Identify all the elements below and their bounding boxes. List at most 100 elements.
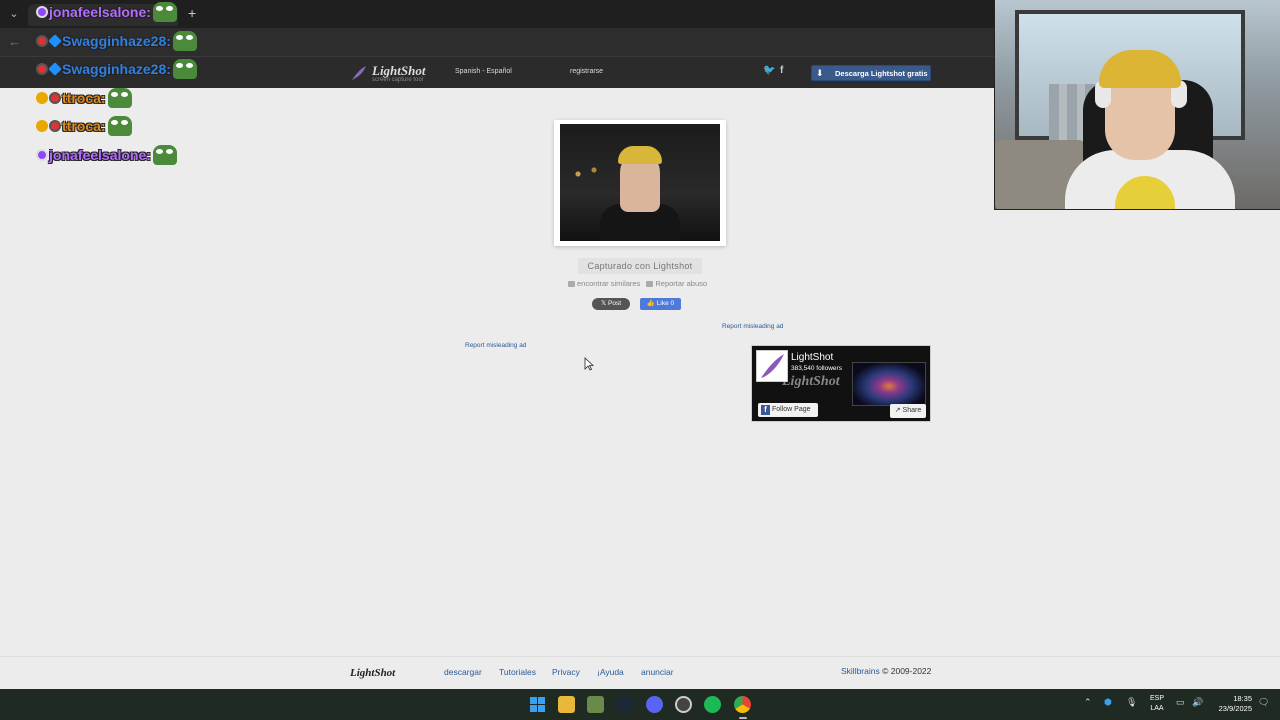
defender-icon[interactable]: ⬢ xyxy=(1104,697,1112,708)
cube-badge-icon xyxy=(48,62,62,76)
feather-icon xyxy=(352,66,366,80)
follow-page-button[interactable]: Follow Page xyxy=(758,403,818,417)
chat-username: jonafeelsalone: xyxy=(49,4,151,20)
footer-link-download[interactable]: descargar xyxy=(444,667,482,677)
chat-message: jonafeelsalone: xyxy=(36,2,177,28)
chat-username: ttroca: xyxy=(62,118,106,134)
purple-badge-icon xyxy=(36,6,48,18)
copyright: Skillbrains © 2009-2022 xyxy=(841,666,931,676)
flag-icon xyxy=(646,281,654,288)
facebook-page-widget: LightShot LightShot 383,540 followers Fo… xyxy=(751,345,931,422)
lang-layout: LAA xyxy=(1150,705,1164,712)
cover-image xyxy=(852,362,926,406)
tab-menu-icon[interactable]: ⌄ xyxy=(6,6,22,22)
input-language[interactable]: ESP LAA xyxy=(1148,694,1166,714)
report-misleading-ad-link[interactable]: Report misleading ad xyxy=(722,323,783,330)
red-badge-icon xyxy=(49,120,61,132)
webcam-overlay xyxy=(994,0,1280,210)
windows-start-icon[interactable] xyxy=(529,696,546,713)
footer-link-tutorials[interactable]: Tutoriales xyxy=(499,667,536,677)
x-post-button[interactable]: 𝕏 Post xyxy=(592,298,630,310)
purple-badge-icon xyxy=(36,149,48,161)
back-arrow-icon[interactable]: ← xyxy=(8,34,21,49)
cover-brand-text: LightShot xyxy=(782,374,840,389)
feather-icon xyxy=(761,354,784,378)
minecraft-icon[interactable] xyxy=(587,696,604,713)
skillbrains-link[interactable]: Skillbrains xyxy=(841,666,880,676)
red-badge-icon xyxy=(36,35,48,47)
steam-icon[interactable] xyxy=(616,696,633,713)
download-button[interactable]: ⬇ Descarga Lightshot gratis xyxy=(811,65,931,81)
chat-message: ttroca: xyxy=(36,88,132,114)
file-explorer-icon[interactable] xyxy=(558,696,575,713)
cube-badge-icon xyxy=(48,34,62,48)
language-selector[interactable]: Spanish - Español xyxy=(455,68,512,75)
follower-count: 383,540 followers xyxy=(791,365,842,372)
chat-username: Swagginhaze28: xyxy=(62,61,171,77)
network-icon[interactable]: ▭ xyxy=(1176,697,1185,708)
yellow-badge-icon xyxy=(36,92,48,104)
report-misleading-ad-link[interactable]: Report misleading ad xyxy=(465,342,526,349)
obs-icon[interactable] xyxy=(675,696,692,713)
download-icon: ⬇ xyxy=(816,68,824,78)
windows-taskbar: ⌃ ⬢ 🎙 ESP LAA ▭ 🔊 18:35 23/9/2025 🗨 xyxy=(0,689,1280,720)
pepe-emote-icon xyxy=(152,2,177,22)
logo-subtitle: screen capture tool xyxy=(372,77,424,83)
pepe-emote-icon xyxy=(107,116,132,136)
screenshot-frame[interactable] xyxy=(554,120,726,246)
chat-message: ttroca: xyxy=(36,116,132,142)
mouse-cursor-icon xyxy=(584,357,594,371)
lightshot-logo[interactable]: LightShot screen capture tool xyxy=(350,63,440,85)
spotify-icon[interactable] xyxy=(704,696,721,713)
captured-label: Capturado con Lightshot xyxy=(578,258,702,274)
register-link[interactable]: registrarse xyxy=(570,68,603,75)
image-icon xyxy=(568,281,575,288)
chat-message: Swagginhaze28: xyxy=(36,59,197,85)
report-abuse-link[interactable]: Reportar abuso xyxy=(646,279,707,288)
lang-code: ESP xyxy=(1149,695,1164,702)
screenshot-image[interactable] xyxy=(560,124,720,241)
find-similar-label: encontrar similares xyxy=(577,279,641,288)
chat-username: jonafeelsalone: xyxy=(49,147,151,163)
footer-link-help[interactable]: ¡Ayuda xyxy=(597,667,624,677)
red-badge-icon xyxy=(49,92,61,104)
footer-link-advertise[interactable]: anunciar xyxy=(641,667,674,677)
yellow-badge-icon xyxy=(36,120,48,132)
pepe-emote-icon xyxy=(152,145,177,165)
copyright-text: © 2009-2022 xyxy=(879,666,932,676)
chat-message: Swagginhaze28: xyxy=(36,31,197,57)
stream-chat-overlay: jonafeelsalone: Swagginhaze28: Swagginhaze… xyxy=(36,0,276,180)
facebook-icon[interactable]: f xyxy=(780,65,783,76)
site-footer: LightShot descargar Tutoriales Privacy ¡… xyxy=(0,656,1280,689)
red-badge-icon xyxy=(36,63,48,75)
chat-username: Swagginhaze28: xyxy=(62,33,171,49)
page-avatar[interactable] xyxy=(756,350,788,382)
person-hat xyxy=(618,146,662,164)
pepe-emote-icon xyxy=(172,31,197,51)
discord-icon[interactable] xyxy=(646,696,663,713)
footer-link-privacy[interactable]: Privacy xyxy=(552,667,580,677)
chrome-icon[interactable] xyxy=(734,696,751,713)
download-button-label: Descarga Lightshot gratis xyxy=(835,69,928,78)
pepe-emote-icon xyxy=(172,59,197,79)
footer-logo[interactable]: LightShot xyxy=(350,667,395,679)
city-lights xyxy=(570,164,610,184)
twitter-icon[interactable]: 🐦 xyxy=(763,65,775,76)
share-button[interactable]: ↗ Share xyxy=(890,404,926,418)
screenshot-actions: encontrar similares Reportar abuso xyxy=(568,279,707,288)
microphone-icon[interactable]: 🎙 xyxy=(1126,697,1137,708)
chat-username: ttroca: xyxy=(62,90,106,106)
find-similar-link[interactable]: encontrar similares xyxy=(568,279,640,288)
active-app-indicator xyxy=(739,717,747,719)
chat-message: jonafeelsalone: xyxy=(36,145,177,171)
notifications-icon[interactable]: 🗨 xyxy=(1258,697,1269,708)
volume-icon[interactable]: 🔊 xyxy=(1192,697,1203,708)
fb-like-button[interactable]: 👍 Like 0 xyxy=(640,298,681,310)
clock-time: 18:35 xyxy=(1233,694,1252,703)
report-abuse-label: Reportar abuso xyxy=(655,279,708,288)
clock-date: 23/9/2025 xyxy=(1218,704,1252,713)
system-clock[interactable]: 18:35 23/9/2025 xyxy=(1210,694,1252,714)
tray-overflow-icon[interactable]: ⌃ xyxy=(1084,697,1092,708)
page-name[interactable]: LightShot xyxy=(791,352,833,363)
pepe-emote-icon xyxy=(107,88,132,108)
